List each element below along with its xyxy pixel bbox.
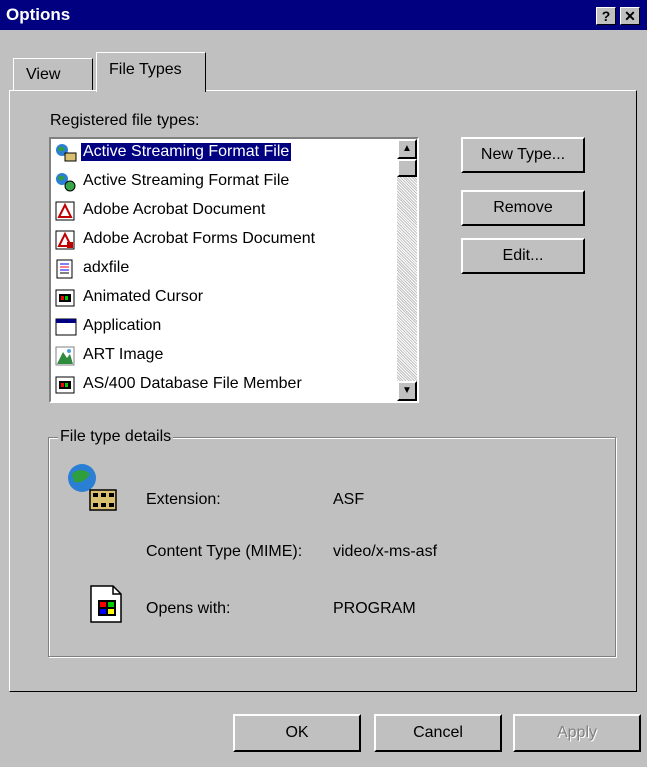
application-window-icon <box>55 317 77 337</box>
list-item-label: AS/400 Database File Member <box>83 375 302 392</box>
registered-file-types-label: Registered file types: <box>50 112 200 129</box>
help-icon: ? <box>601 8 611 24</box>
list-item[interactable]: ART Image <box>53 342 389 370</box>
tab-file-types-label: File Types <box>109 61 182 78</box>
extension-label: Extension: <box>146 491 221 508</box>
edit-label: Edit... <box>502 247 544 264</box>
list-item[interactable]: Active Streaming Format File <box>53 168 389 196</box>
media-file-type-icon <box>64 462 120 514</box>
list-item[interactable]: Adobe Acrobat Forms Document <box>53 226 389 254</box>
program-icon <box>89 584 123 624</box>
arrow-up-icon: ▲ <box>402 143 412 154</box>
list-item[interactable]: AS/400 Database File Member <box>53 371 389 399</box>
cancel-button[interactable]: Cancel <box>374 714 502 752</box>
scroll-thumb[interactable] <box>397 159 417 177</box>
file-type-details-group <box>48 437 616 657</box>
list-item[interactable]: Active Streaming Format File <box>53 139 389 167</box>
scroll-up-button[interactable]: ▲ <box>397 139 417 159</box>
acrobat-forms-icon <box>55 230 75 250</box>
cursor-file-icon <box>55 288 75 308</box>
apply-label: Apply <box>556 724 598 741</box>
tab-view-label: View <box>26 66 61 83</box>
acrobat-icon <box>55 201 75 221</box>
content-type-label: Content Type (MIME): <box>146 543 303 560</box>
close-icon: ✕ <box>624 8 636 24</box>
ok-label: OK <box>285 724 309 741</box>
streaming-media-icon <box>55 143 77 163</box>
close-button[interactable]: ✕ <box>620 7 640 25</box>
opens-with-label: Opens with: <box>146 600 231 617</box>
remove-label: Remove <box>493 199 553 216</box>
art-image-icon <box>55 346 75 366</box>
vertical-scrollbar[interactable]: ▲ ▼ <box>397 139 417 401</box>
list-item-label: Active Streaming Format File <box>81 143 292 161</box>
list-item[interactable]: Adobe Acrobat Document <box>53 197 389 225</box>
title-bar: Options ? ✕ <box>0 0 647 30</box>
tab-view[interactable]: View <box>13 58 93 90</box>
file-type-details-title: File type details <box>58 428 174 446</box>
list-item[interactable]: Application <box>53 313 389 341</box>
file-types-listbox[interactable]: Active Streaming Format File Active Stre… <box>49 137 419 403</box>
opens-with-value: PROGRAM <box>333 600 416 617</box>
new-type-button[interactable]: New Type... <box>461 137 585 173</box>
list-item-label: Adobe Acrobat Forms Document <box>83 230 316 247</box>
help-button[interactable]: ? <box>596 7 616 25</box>
content-type-value: video/x-ms-asf <box>333 543 438 560</box>
cancel-label: Cancel <box>413 724 463 741</box>
list-item[interactable]: adxfile <box>53 255 389 283</box>
list-item-label: adxfile <box>83 259 130 276</box>
extension-value: ASF <box>333 491 365 508</box>
list-item-label: ART Image <box>83 346 164 363</box>
edit-button[interactable]: Edit... <box>461 238 585 274</box>
list-item-label: Application <box>83 317 162 334</box>
database-file-icon <box>55 375 75 395</box>
ok-button[interactable]: OK <box>233 714 361 752</box>
window-title: Options <box>6 5 71 24</box>
apply-button[interactable]: Apply <box>513 714 641 752</box>
streaming-media-icon <box>55 172 76 192</box>
tab-file-types[interactable]: File Types <box>96 52 206 92</box>
remove-button[interactable]: Remove <box>461 190 585 226</box>
list-item-label: Animated Cursor <box>83 288 204 305</box>
adx-file-icon <box>55 259 75 279</box>
list-item-label: Active Streaming Format File <box>83 172 290 189</box>
scroll-down-button[interactable]: ▼ <box>397 381 417 401</box>
arrow-down-icon: ▼ <box>402 385 412 396</box>
list-item[interactable]: Animated Cursor <box>53 284 389 312</box>
new-type-label: New Type... <box>480 146 566 163</box>
list-item-label: Adobe Acrobat Document <box>83 201 266 218</box>
